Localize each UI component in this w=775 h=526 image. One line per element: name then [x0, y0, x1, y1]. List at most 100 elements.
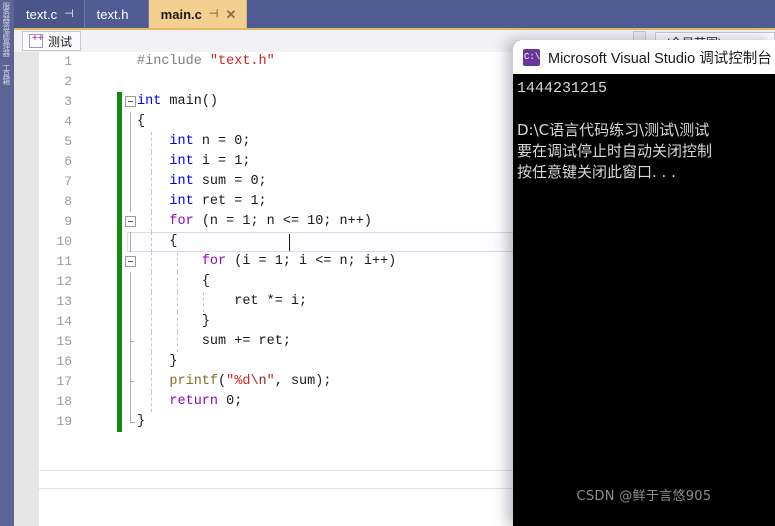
change-bar — [117, 232, 122, 252]
line-text: printf("%d\n", sum); — [137, 372, 331, 392]
token: "text.h" — [209, 54, 275, 69]
token: i = — [193, 154, 235, 169]
change-bar — [117, 392, 122, 412]
token: n = — [193, 134, 235, 149]
token: (n = — [193, 214, 243, 229]
fold-end-guide — [130, 412, 135, 423]
console-output: 1444231215 D:\C语言代码练习\测试\测试 要在调试停止时自动关闭控制按… — [513, 74, 775, 183]
token: #include — [137, 54, 210, 69]
fold-tick — [130, 381, 134, 382]
change-bar — [117, 412, 122, 432]
editor-tab-text-c[interactable]: text.c ⊣ — [14, 0, 85, 28]
fold-guide — [130, 352, 131, 372]
line-number: 17 — [56, 374, 72, 389]
debug-console-window[interactable]: Microsoft Visual Studio 调试控制台 1444231215… — [513, 40, 775, 526]
left-dock-label: 服务器资源管理器 工具箱 — [1, 1, 11, 85]
change-bar — [117, 92, 122, 112]
token: { — [169, 234, 178, 249]
line-number: 15 — [56, 334, 72, 349]
fold-collapse-icon[interactable] — [125, 96, 136, 107]
change-bar — [117, 312, 122, 332]
line-number: 16 — [56, 354, 72, 369]
fold-guide — [130, 292, 131, 312]
token: for — [201, 254, 227, 269]
tab-label: text.h — [96, 6, 129, 22]
console-title-label: Microsoft Visual Studio 调试控制台 — [548, 50, 772, 67]
token: int — [137, 94, 162, 109]
token: ; — [234, 394, 243, 409]
line-text: ret *= i; — [137, 292, 307, 312]
fold-tick — [130, 341, 134, 342]
line-number: 5 — [64, 134, 72, 149]
token: \n — [250, 374, 267, 389]
line-number: 2 — [64, 74, 72, 89]
token: } — [201, 314, 210, 329]
fold-collapse-icon[interactable] — [125, 256, 136, 267]
line-text: sum += ret; — [137, 332, 291, 352]
console-cmd-icon — [523, 48, 540, 66]
token: printf — [169, 374, 219, 389]
line-text: for (i = 1; i <= n; i++) — [137, 252, 396, 272]
line-text: } — [137, 312, 210, 332]
change-bar — [117, 72, 122, 92]
token: , sum); — [274, 374, 332, 389]
token: 10 — [307, 214, 324, 229]
left-dock-strip[interactable]: 服务器资源管理器 工具箱 — [0, 0, 14, 526]
token: ret *= i; — [234, 294, 308, 309]
fold-guide — [130, 132, 131, 152]
line-text: for (n = 1; n <= 10; n++) — [137, 212, 372, 232]
fold-guide — [130, 272, 131, 292]
change-bar — [117, 272, 122, 292]
fold-guide — [130, 332, 131, 352]
line-number: 14 — [56, 314, 72, 329]
line-text: int ret = 1; — [137, 192, 267, 212]
token: int — [169, 194, 194, 209]
token: main() — [161, 94, 219, 109]
line-number: 9 — [64, 214, 72, 229]
change-bar — [117, 132, 122, 152]
line-number: 10 — [56, 234, 72, 249]
console-line: D:\C语言代码练习\测试\测试 — [517, 121, 710, 139]
pin-icon[interactable]: ⊣ — [209, 8, 219, 20]
csdn-watermark: CSDN @鲜于言悠905 — [576, 489, 712, 504]
change-bar — [117, 212, 122, 232]
token: int — [169, 134, 194, 149]
change-bar — [117, 152, 122, 172]
editor-tab-text-h[interactable]: text.h — [84, 0, 149, 28]
change-bar — [117, 292, 122, 312]
project-scope-dropdown[interactable]: 测试 — [22, 31, 82, 51]
change-bar — [117, 352, 122, 372]
line-text: return 0; — [137, 392, 242, 412]
token: ; n++) — [323, 214, 372, 229]
editor-tab-strip: text.c ⊣ text.h main.c ⊣ ✕ — [14, 0, 775, 28]
change-bar — [117, 172, 122, 192]
fold-collapse-icon[interactable] — [125, 216, 136, 227]
token: "%d — [226, 374, 251, 389]
fold-guide — [130, 172, 131, 192]
token: return — [169, 394, 219, 409]
line-number: 8 — [64, 194, 72, 209]
token: 1 — [250, 194, 259, 209]
console-line: 要在调试停止时自动关闭控制 — [517, 142, 713, 160]
cpp-project-icon — [29, 33, 44, 48]
console-line: 1444231215 — [517, 80, 608, 97]
pin-icon[interactable]: ⊣ — [64, 8, 74, 20]
fold-guide — [130, 112, 131, 132]
close-icon[interactable]: ✕ — [225, 8, 236, 21]
line-text: int i = 1; — [137, 152, 250, 172]
fold-guide — [130, 152, 131, 172]
token: ; — [258, 194, 267, 209]
editor-tab-main-c[interactable]: main.c ⊣ ✕ — [148, 0, 248, 28]
line-number: 1 — [64, 54, 72, 69]
token: } — [169, 354, 178, 369]
line-number: 7 — [64, 174, 72, 189]
console-title-bar[interactable]: Microsoft Visual Studio 调试控制台 — [513, 40, 775, 74]
line-text: { — [137, 112, 145, 132]
token: sum += ret; — [201, 334, 291, 349]
line-number: 12 — [56, 274, 72, 289]
fold-guide — [130, 192, 131, 212]
visual-studio-window: 服务器资源管理器 工具箱 text.c⊣text.hmain.c⊣✕ 测试 _ … — [0, 0, 775, 526]
change-bar — [117, 52, 122, 72]
